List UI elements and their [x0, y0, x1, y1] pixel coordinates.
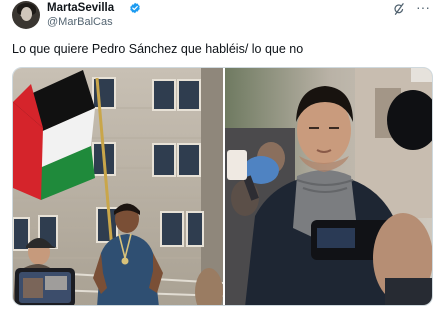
politician-photo[interactable] [225, 68, 432, 305]
author-display-name[interactable]: MartaSevilla [47, 1, 114, 15]
verified-badge-icon [130, 2, 140, 14]
politician-photo-scene [225, 68, 432, 305]
protest-photo-scene [13, 68, 223, 305]
author-avatar[interactable] [12, 1, 40, 29]
tweet-text: Lo que quiere Pedro Sánchez que habléis/… [12, 42, 304, 56]
author-handle[interactable]: @MarBalCas [47, 16, 113, 29]
protest-photo[interactable] [13, 68, 223, 305]
tweet-header: MartaSevilla @MarBalCas ··· [12, 0, 430, 32]
more-options-button[interactable]: ··· [416, 0, 430, 14]
tweet-media[interactable] [12, 67, 433, 306]
grok-icon[interactable] [392, 2, 406, 16]
